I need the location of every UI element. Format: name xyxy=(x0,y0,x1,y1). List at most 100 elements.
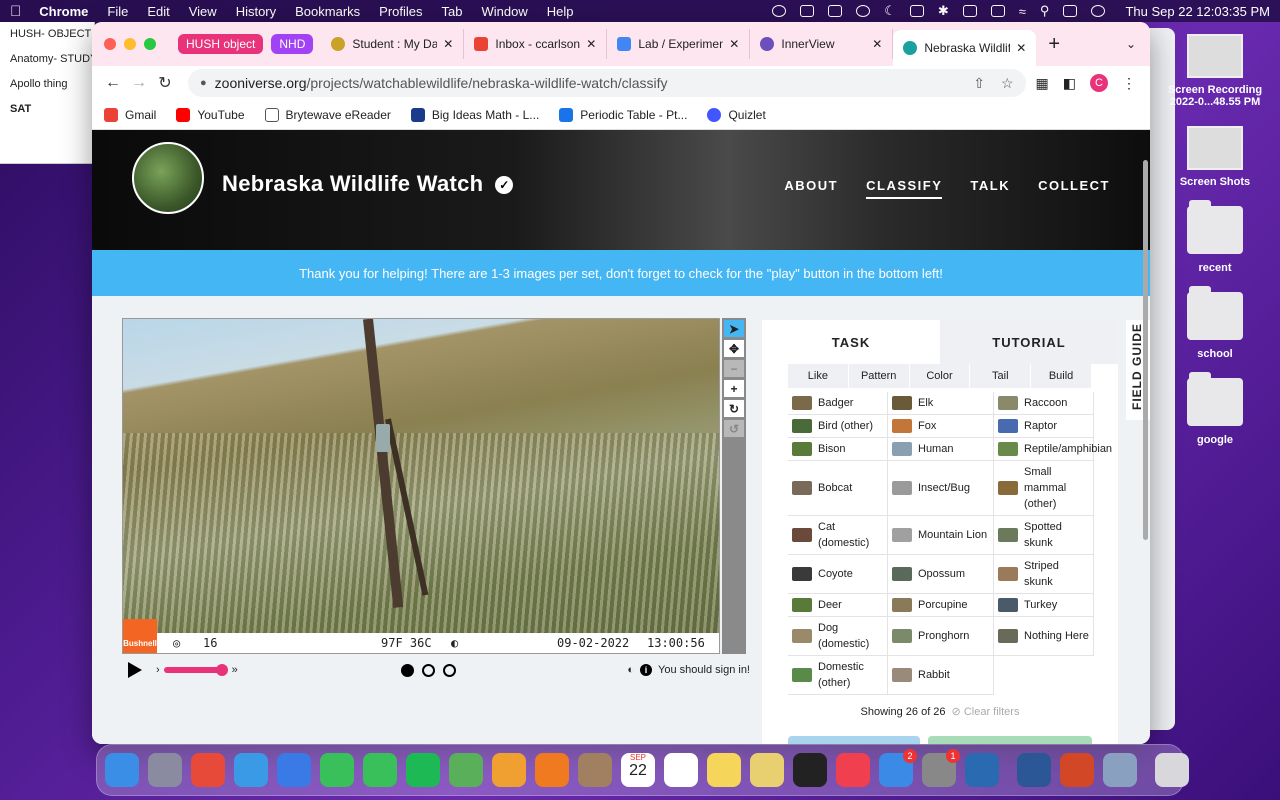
filter-build[interactable]: Build xyxy=(1031,364,1092,388)
launchpad-icon[interactable] xyxy=(148,753,182,787)
close-tab-icon[interactable]: ✕ xyxy=(729,37,739,51)
calendar-icon[interactable]: SEP 22 xyxy=(621,753,655,787)
filter-color[interactable]: Color xyxy=(910,364,971,388)
desktop-folder-school[interactable]: school xyxy=(1160,286,1270,360)
tab-nebraska-wildlife[interactable]: Nebraska Wildlif ✕ xyxy=(893,30,1037,66)
note-item[interactable]: Anatomy- STUDY xyxy=(0,47,94,72)
close-tab-icon[interactable]: ✕ xyxy=(586,37,596,51)
filter-like[interactable]: Like xyxy=(788,364,849,388)
spotlight-icon[interactable]: ⚲ xyxy=(1040,3,1050,19)
maps-icon[interactable] xyxy=(449,753,483,787)
desktop-folder-google[interactable]: google xyxy=(1160,372,1270,446)
species-choice[interactable]: Human xyxy=(888,438,994,461)
tab-student-my-day[interactable]: Student : My Day ✕ xyxy=(321,29,465,59)
creative-cloud-icon[interactable] xyxy=(772,5,787,17)
minimize-window-button[interactable] xyxy=(124,38,136,50)
subject-image[interactable]: ◎ 16 97F 36C ◐ 09-02-2022 13:00:56 Bushn… xyxy=(122,318,720,654)
tab-innerview[interactable]: InnerView ✕ xyxy=(750,29,894,59)
word-icon[interactable] xyxy=(1017,753,1051,787)
pointer-tool-icon[interactable]: ➤ xyxy=(724,320,744,337)
note-item[interactable]: Apollo thing xyxy=(0,72,94,97)
siri-icon[interactable] xyxy=(1091,5,1106,17)
tab-inbox[interactable]: Inbox - ccarlson2 ✕ xyxy=(464,29,608,59)
status-triangle-icon[interactable] xyxy=(828,5,843,17)
bookmark-youtube[interactable]: YouTube xyxy=(176,107,245,122)
rotate-icon[interactable]: ↻ xyxy=(724,400,744,417)
tab-group-nhd[interactable]: NHD xyxy=(271,34,314,54)
filter-tail[interactable]: Tail xyxy=(970,364,1032,388)
species-choice[interactable]: Pronghorn xyxy=(888,617,994,656)
desktop-item-screen-recording[interactable]: Screen Recording 2022-0...48.55 PM xyxy=(1160,34,1270,108)
species-choice[interactable]: Porcupine xyxy=(888,594,994,617)
control-center-icon[interactable] xyxy=(1063,5,1078,17)
zoom-out-icon[interactable]: − xyxy=(724,360,744,377)
bookmark-quizlet[interactable]: Quizlet xyxy=(707,107,766,122)
notes-icon[interactable] xyxy=(707,753,741,787)
speed-handle[interactable] xyxy=(215,664,228,676)
note-item[interactable]: HUSH- OBJECT xyxy=(0,22,94,47)
profile-avatar[interactable]: C xyxy=(1090,74,1108,92)
close-window-button[interactable] xyxy=(104,38,116,50)
side-panel-icon[interactable]: ◧ xyxy=(1063,75,1076,92)
bookmark-brytewave[interactable]: Brytewave eReader xyxy=(264,107,391,122)
messages-icon[interactable] xyxy=(363,753,397,787)
species-choice[interactable]: Coyote xyxy=(788,555,888,594)
chrome-menu-icon[interactable]: ⋮ xyxy=(1122,75,1136,92)
reload-icon[interactable]: ↻ xyxy=(152,73,178,93)
species-choice[interactable]: Insect/Bug xyxy=(888,461,994,516)
status-5-icon[interactable] xyxy=(800,5,815,17)
species-choice[interactable]: Reptile/amphibian xyxy=(994,438,1112,461)
reset-view-icon[interactable]: ↺ xyxy=(724,420,744,437)
species-choice[interactable]: Bison xyxy=(788,438,888,461)
finder-icon[interactable] xyxy=(105,753,139,787)
books-icon[interactable] xyxy=(535,753,569,787)
safari-icon[interactable] xyxy=(234,753,268,787)
address-bar[interactable]: ● zooniverse.org/projects/watchablewildl… xyxy=(188,69,1026,97)
screen-mirror-icon[interactable] xyxy=(990,5,1005,17)
system-preferences-icon[interactable]: 1 xyxy=(922,749,960,787)
mail-icon[interactable] xyxy=(277,753,311,787)
chrome-icon[interactable] xyxy=(191,753,225,787)
lock-icon[interactable]: ● xyxy=(200,77,207,89)
note-item[interactable]: SAT xyxy=(0,97,94,122)
menu-window[interactable]: Window xyxy=(482,4,528,19)
menu-file[interactable]: File xyxy=(107,4,128,19)
tab-group-hush-object[interactable]: HUSH object xyxy=(178,34,264,54)
screen-capture-icon[interactable] xyxy=(965,753,999,787)
nav-classify[interactable]: CLASSIFY xyxy=(866,178,943,199)
faster-chevron-icon[interactable]: » xyxy=(232,664,238,676)
slower-chevron-icon[interactable]: › xyxy=(156,664,160,676)
nav-collect[interactable]: COLLECT xyxy=(1038,178,1110,199)
powerpoint-icon[interactable] xyxy=(1060,753,1094,787)
species-choice[interactable]: Opossum xyxy=(888,555,994,594)
menu-view[interactable]: View xyxy=(189,4,217,19)
done-button[interactable] xyxy=(928,736,1092,744)
clear-filters[interactable]: ⊘ Clear filters xyxy=(952,706,1020,718)
species-choice[interactable]: Bobcat xyxy=(788,461,888,516)
tab-search-chevron-icon[interactable]: ⌄ xyxy=(1126,37,1136,51)
species-choice[interactable]: Bird (other) xyxy=(788,415,888,438)
new-tab-button[interactable]: + xyxy=(1048,33,1060,56)
stickies-icon[interactable] xyxy=(750,753,784,787)
news-icon[interactable] xyxy=(836,753,870,787)
apple-menu-icon[interactable]:  xyxy=(10,3,21,20)
tab-tutorial[interactable]: TUTORIAL xyxy=(940,320,1118,364)
close-tab-icon[interactable]: ✕ xyxy=(443,37,453,51)
species-choice[interactable]: Elk xyxy=(888,392,994,415)
species-choice[interactable]: Turkey xyxy=(994,594,1094,617)
play-status-icon[interactable] xyxy=(856,5,871,17)
bookmark-big-ideas-math[interactable]: Big Ideas Math - L... xyxy=(410,107,539,122)
zoom-in-icon[interactable]: + xyxy=(724,380,744,397)
close-tab-icon[interactable]: ✕ xyxy=(1016,41,1026,55)
moon-icon[interactable]: ☾ xyxy=(884,3,896,19)
species-choice[interactable]: Striped skunk xyxy=(994,555,1094,594)
extensions-puzzle-icon[interactable]: ▦ xyxy=(1036,75,1049,92)
species-choice[interactable]: Nothing Here xyxy=(994,617,1094,656)
facetime-icon[interactable] xyxy=(320,753,354,787)
invert-icon[interactable]: ◐ xyxy=(627,664,634,676)
tab-lab-experiment[interactable]: Lab / Experiment ✕ xyxy=(607,29,751,59)
menu-tab[interactable]: Tab xyxy=(442,4,463,19)
project-title[interactable]: Nebraska Wildlife Watch xyxy=(222,171,483,196)
species-choice[interactable]: Cat (domestic) xyxy=(788,516,888,555)
menu-bookmarks[interactable]: Bookmarks xyxy=(295,4,360,19)
